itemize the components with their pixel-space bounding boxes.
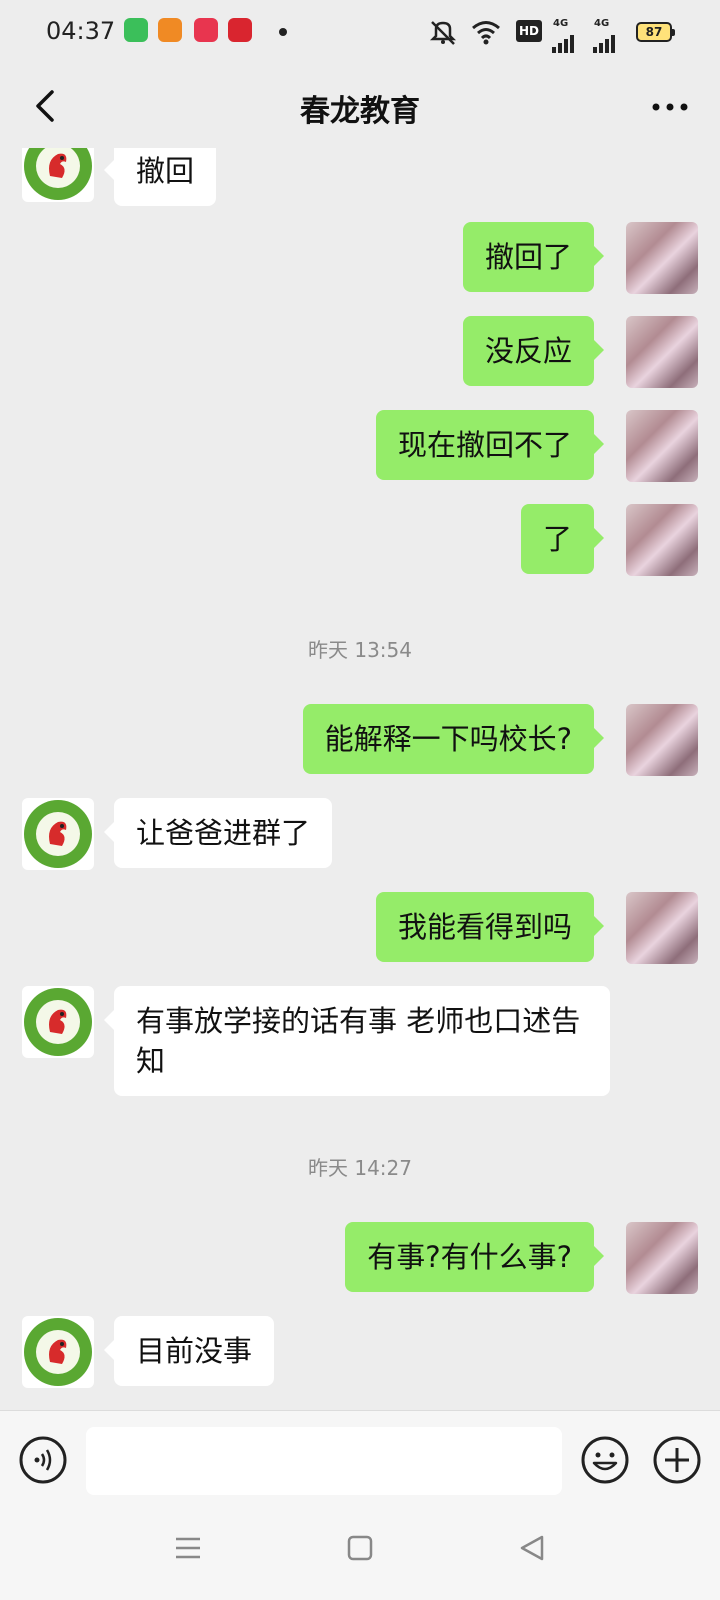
contact-avatar[interactable] [22,798,94,870]
chat-title: 春龙教育 [300,94,420,129]
contact-avatar[interactable] [22,986,94,1058]
message-input[interactable] [86,1427,562,1495]
message-timestamp: 昨天 13:54 [308,638,412,662]
system-nav-bar [0,1502,720,1600]
battery-indicator: 87 [636,22,675,42]
back-triangle-icon[interactable] [512,1528,552,1568]
app-notification-icon [158,18,182,42]
chat-header: 春龙教育 [0,64,720,148]
home-icon[interactable] [340,1528,380,1568]
user-avatar[interactable] [626,1222,698,1294]
menu-icon[interactable] [168,1528,208,1568]
message-bubble-outgoing[interactable]: 没反应 [462,316,605,386]
message-bubble-outgoing[interactable]: 撤回了 [462,222,605,292]
user-avatar[interactable] [626,222,698,294]
message-bubble-outgoing[interactable]: 我能看得到吗 [375,892,605,962]
user-avatar[interactable] [626,410,698,482]
more-horizontal-icon[interactable] [648,92,692,122]
emoji-icon[interactable] [580,1435,630,1485]
user-avatar[interactable] [626,704,698,776]
message-bubble-incoming[interactable]: 让爸爸进群了 [103,798,333,868]
voice-icon[interactable] [18,1435,68,1485]
message-bubble-outgoing[interactable]: 了 [520,504,605,574]
contact-avatar[interactable] [22,1316,94,1388]
user-avatar[interactable] [626,892,698,964]
input-bar [0,1410,720,1502]
plus-icon[interactable] [652,1435,702,1485]
status-bar: 04:37 HD 4G 4G 87 [0,0,720,64]
hd-badge: HD [516,20,542,42]
mute-icon [429,21,457,45]
app-notification-icon [228,18,252,42]
user-avatar[interactable] [626,316,698,388]
app-notification-icon [124,18,148,42]
more-notifications-icon [279,28,287,36]
status-time: 04:37 [46,17,116,45]
contact-avatar[interactable] [22,148,94,202]
wifi-icon [472,21,500,45]
message-bubble-outgoing[interactable]: 现在撤回不了 [375,410,605,480]
message-bubble-outgoing[interactable]: 能解释一下吗校长? [302,704,605,774]
message-list[interactable]: 撤回 撤回了 没反应 现在撤回不了 了 昨天 13:54 能解释一下吗校长? 让… [0,148,720,1410]
message-bubble-incoming[interactable]: 目前没事 [103,1316,275,1386]
message-bubble-incoming[interactable]: 有事放学接的话有事 老师也口述告知 [104,986,610,1096]
user-avatar[interactable] [626,504,698,576]
message-bubble-incoming[interactable]: 撤回 [103,148,217,206]
signal-icon [593,35,615,53]
message-bubble-outgoing[interactable]: 有事?有什么事? [345,1222,604,1292]
message-timestamp: 昨天 14:27 [308,1156,412,1180]
signal-icon [552,35,574,53]
music-app-icon [194,18,218,42]
